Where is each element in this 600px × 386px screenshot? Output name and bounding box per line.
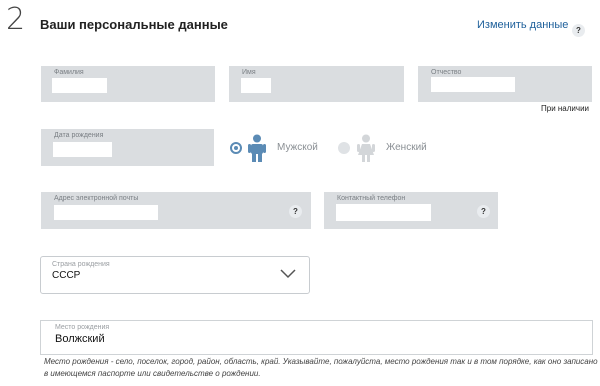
birth-place-label: Место рождения	[55, 324, 110, 331]
name-value	[241, 78, 271, 93]
surname-label: Фамилия	[54, 69, 84, 76]
name-label: Имя	[242, 69, 256, 76]
patronymic-field[interactable]: Отчество	[418, 66, 592, 102]
patronymic-value	[431, 77, 515, 92]
birth-date-field[interactable]: Дата рождения	[41, 129, 214, 166]
birth-country-label: Страна рождения	[52, 261, 110, 268]
phone-label: Контактный телефон	[337, 195, 406, 202]
phone-field[interactable]: Контактный телефон ?	[324, 192, 498, 229]
gender-female-label[interactable]: Женский	[386, 142, 427, 153]
phone-value	[336, 204, 431, 221]
step-number: 2	[6, 2, 26, 37]
gender-female-radio[interactable]	[338, 142, 350, 154]
change-data-link[interactable]: Изменить данные	[477, 19, 568, 31]
birth-country-select[interactable]: Страна рождения СССР	[40, 256, 310, 294]
name-field[interactable]: Имя	[229, 66, 404, 102]
gender-male-label[interactable]: Мужской	[277, 142, 318, 153]
patronymic-label: Отчество	[431, 69, 462, 76]
birth-date-label: Дата рождения	[54, 132, 104, 139]
birth-place-value: Волжский	[55, 333, 105, 345]
email-value	[54, 205, 158, 220]
email-field[interactable]: Адрес электронной почты ?	[41, 192, 311, 229]
email-label: Адрес электронной почты	[54, 195, 139, 202]
birth-place-field[interactable]: Место рождения Волжский	[40, 320, 593, 355]
surname-value	[52, 78, 107, 93]
male-person-icon	[248, 134, 266, 162]
chevron-down-icon[interactable]	[280, 269, 296, 279]
section-title: Ваши персональные данные	[40, 17, 228, 32]
surname-field[interactable]: Фамилия	[41, 66, 215, 102]
birth-place-hint: Место рождения - село, поселок, город, р…	[44, 357, 598, 378]
patronymic-note: При наличии	[541, 104, 589, 113]
phone-help-icon[interactable]: ?	[477, 205, 490, 218]
birth-date-value	[53, 142, 112, 157]
gender-male-radio[interactable]	[230, 142, 242, 154]
help-icon[interactable]: ?	[572, 24, 585, 37]
email-help-icon[interactable]: ?	[289, 205, 302, 218]
female-person-icon	[357, 134, 375, 162]
birth-country-value: СССР	[52, 270, 81, 281]
